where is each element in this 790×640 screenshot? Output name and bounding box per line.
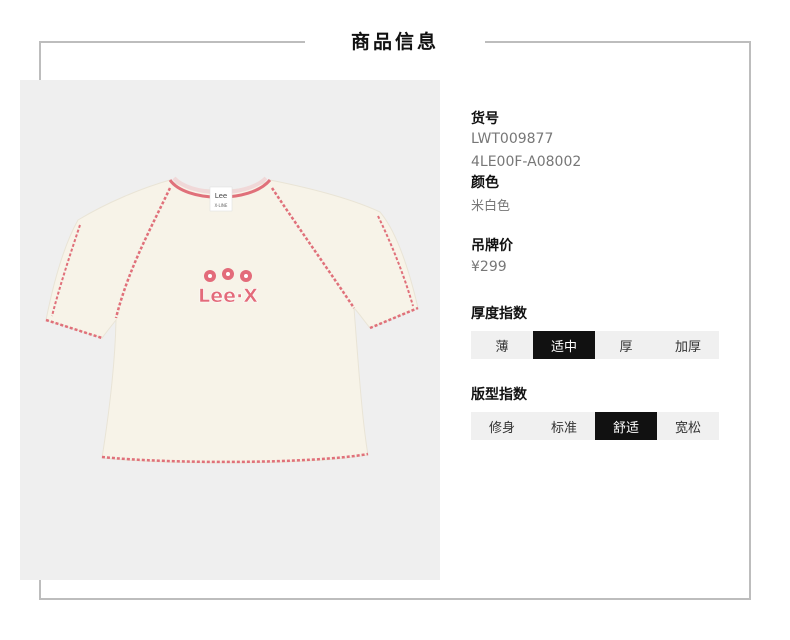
item-no-label: 货号 bbox=[471, 111, 499, 127]
thickness-scale: 薄 适中 厚 加厚 bbox=[471, 331, 719, 359]
thickness-option-thick: 厚 bbox=[619, 339, 633, 355]
frame-bottom-line bbox=[39, 598, 751, 600]
thickness-label: 厚度指数 bbox=[471, 306, 527, 322]
item-no-value-1: LWT009877 bbox=[471, 131, 554, 147]
chest-brand-print: Lee·X bbox=[198, 285, 258, 307]
item-no-value-2: 4LE00F-A08002 bbox=[471, 154, 582, 170]
frame-left-lower-line bbox=[39, 578, 41, 600]
section-title: 商品信息 bbox=[350, 31, 439, 53]
fit-option-loose: 宽松 bbox=[674, 420, 701, 436]
fit-option-standard: 标准 bbox=[550, 420, 577, 436]
neck-label-text: Lee bbox=[215, 192, 227, 200]
thickness-option-thin: 薄 bbox=[495, 339, 509, 355]
product-photo: Lee X-LINE Lee·X bbox=[20, 80, 440, 580]
neck-label-subtext: X-LINE bbox=[215, 203, 228, 208]
fit-option-slim: 修身 bbox=[488, 420, 515, 436]
price-value: ¥299 bbox=[471, 259, 507, 275]
tshirt-image: Lee X-LINE Lee·X bbox=[45, 176, 419, 464]
thickness-option-medium: 适中 bbox=[533, 331, 595, 359]
thickness-option-extra-thick: 加厚 bbox=[674, 339, 701, 355]
fit-label: 版型指数 bbox=[471, 387, 527, 403]
fit-option-comfort: 舒适 bbox=[595, 412, 657, 440]
color-value: 米白色 bbox=[471, 199, 511, 214]
color-label: 颜色 bbox=[471, 175, 499, 191]
frame-right-line bbox=[749, 41, 751, 600]
price-label: 吊牌价 bbox=[471, 238, 513, 254]
fit-scale: 修身 标准 舒适 宽松 bbox=[471, 412, 719, 440]
